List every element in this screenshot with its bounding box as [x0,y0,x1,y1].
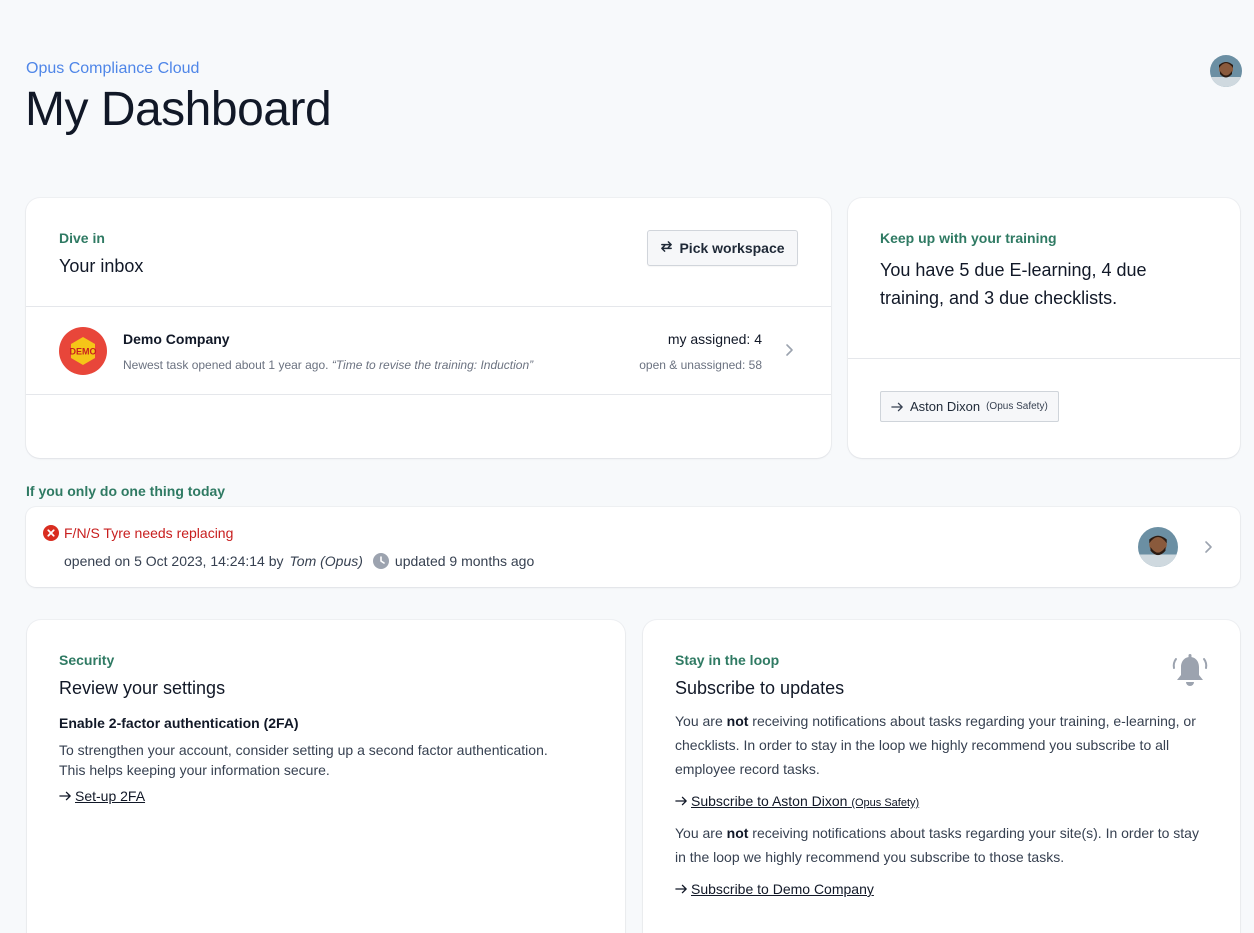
text-emphasis: not [726,825,749,841]
assignee-avatar [1138,527,1178,567]
task-title: F/N/S Tyre needs replacing [64,525,234,541]
text-fragment: receiving notifications about tasks rega… [675,825,1199,865]
training-summary: You have 5 due E-learning, 4 due trainin… [880,260,1147,308]
site-notification-text: You are not receiving notifications abou… [675,821,1200,869]
subscribe-employee-link[interactable]: Subscribe to Aston Dixon (Opus Safety) [691,793,919,809]
row-newest-quote: “Time to revise the training: Induction” [331,358,534,372]
divider [848,358,1240,359]
divider [26,394,831,395]
row-my-assigned: my assigned: 4 [667,331,762,347]
2fa-heading: Enable 2-factor authentication (2FA) [59,715,299,731]
inbox-card: Dive in Your inbox Pick workspace DEMO D… [26,198,831,458]
task-opened-prefix: opened on 5 Oct 2023, 14:24:14 by [64,553,284,569]
employee-record-button[interactable]: Aston Dixon (Opus Safety) [880,391,1059,422]
training-card: Keep up with your training You have 5 du… [848,198,1240,458]
row-open-unassigned: open & unassigned: 58 [639,358,762,372]
swap-arrows-icon [660,240,673,256]
2fa-description-line2: This helps keeping your information secu… [59,762,330,778]
subscribe-employee-row: Subscribe to Aston Dixon (Opus Safety) [675,793,1200,809]
loop-title: Subscribe to updates [675,678,845,698]
row-newest-prefix: Newest task opened about 1 year ago. [123,358,329,372]
employee-name: Aston Dixon [910,399,981,414]
loop-eyebrow: Stay in the loop [675,652,780,668]
inbox-eyebrow: Dive in [59,230,105,246]
subscribe-site-link[interactable]: Subscribe to Demo Company [691,881,874,897]
pick-workspace-label: Pick workspace [679,240,785,256]
text-fragment: You are [675,713,723,729]
page-title: My Dashboard [25,83,332,136]
user-avatar[interactable] [1210,55,1242,87]
arrow-right-icon [675,881,688,897]
clock-icon [372,553,389,569]
setup-2fa-link[interactable]: Set-up 2FA [75,788,145,804]
chevron-right-icon [1201,539,1215,555]
pick-workspace-button[interactable]: Pick workspace [647,230,798,266]
2fa-description: To strengthen your account, consider set… [59,740,593,780]
inbox-title: Your inbox [59,256,144,276]
2fa-description-line1: To strengthen your account, consider set… [59,742,548,758]
subscribe-site-row: Subscribe to Demo Company [675,881,1200,897]
arrow-right-icon [891,399,904,415]
arrow-right-icon [59,788,72,804]
row-company-name: Demo Company [123,331,230,347]
inbox-row-demo-company[interactable]: DEMO Demo Company Newest task opened abo… [26,306,831,394]
text-fragment: You are [675,825,723,841]
task-updated: updated 9 months ago [394,553,535,569]
security-card: Security Review your settings Enable 2-f… [27,620,625,933]
security-eyebrow: Security [59,652,115,668]
subscribe-employee-org: (Opus Safety) [851,797,920,809]
priority-task-card[interactable]: F/N/S Tyre needs replacing opened on 5 O… [26,507,1240,587]
task-meta: opened on 5 Oct 2023, 14:24:14 by Tom (O… [64,553,534,569]
demo-logo-text: DEMO [70,347,97,357]
training-eyebrow: Keep up with your training [880,230,1057,246]
task-opened-by: Tom (Opus) [289,553,363,569]
subscribe-card: Stay in the loop Subscribe to updates Yo… [643,620,1240,933]
security-title: Review your settings [59,678,226,698]
row-newest-task: Newest task opened about 1 year ago. “Ti… [123,358,533,372]
text-fragment: receiving notifications about tasks rega… [675,713,1196,777]
today-section-label: If you only do one thing today [26,483,226,499]
demo-company-logo: DEMO [59,327,107,375]
error-circle-icon [43,525,59,541]
text-emphasis: not [726,713,749,729]
chevron-right-icon [782,342,796,358]
employee-org: (Opus Safety) [986,401,1048,412]
arrow-right-icon [675,793,688,809]
app-name: Opus Compliance Cloud [26,60,200,77]
training-notification-text: You are not receiving notifications abou… [675,709,1200,781]
setup-2fa-row: Set-up 2FA [59,788,593,804]
subscribe-employee-label: Subscribe to Aston Dixon [691,793,848,809]
